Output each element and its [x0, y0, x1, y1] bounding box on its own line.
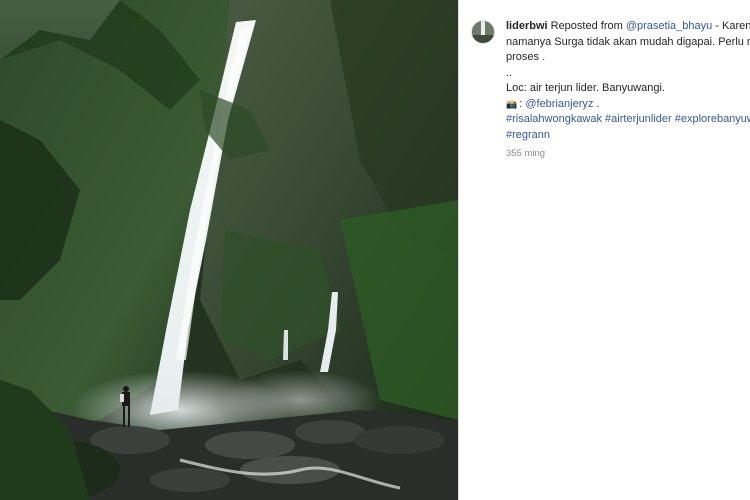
reposted-handle-link[interactable]: @prasetia_bhayu — [626, 20, 712, 32]
reposted-label: Reposted from — [550, 20, 623, 32]
avatar[interactable] — [471, 20, 495, 44]
post-caption: liderbwi Reposted from @prasetia_bhayu -… — [506, 19, 750, 162]
hashtags-line-2[interactable]: #regrann — [506, 128, 750, 144]
hashtags-line-1[interactable]: #risalahwongkawak #airterjunlider #explo… — [506, 112, 750, 128]
caption-line-2: namanya Surga tidak akan mudah digapai. … — [506, 35, 750, 48]
caption-line-3: proses . — [506, 51, 546, 63]
caption-dots: .. — [506, 66, 513, 79]
post-timestamp[interactable]: 355 ming — [506, 146, 750, 162]
camera-icon: 📸 — [506, 98, 518, 109]
waterfall-image — [0, 0, 458, 500]
post-detail-panel: liderbwi Reposted from @prasetia_bhayu -… — [458, 0, 750, 500]
avatar-image — [472, 21, 494, 43]
post-photo[interactable] — [0, 0, 458, 500]
credit-suffix: . — [593, 97, 600, 110]
caption-location: Loc: air terjun lider. Banyuwangi. — [506, 82, 665, 94]
caption-line-1: liderbwi Reposted from @prasetia_bhayu -… — [506, 19, 750, 35]
caption-credit: 📸: @febrianjeryz . — [506, 97, 750, 113]
username-link[interactable]: liderbwi — [506, 20, 548, 32]
caption-text-1: - Karena ya — [715, 20, 750, 32]
credit-handle-link[interactable]: @febrianjeryz — [525, 98, 593, 110]
